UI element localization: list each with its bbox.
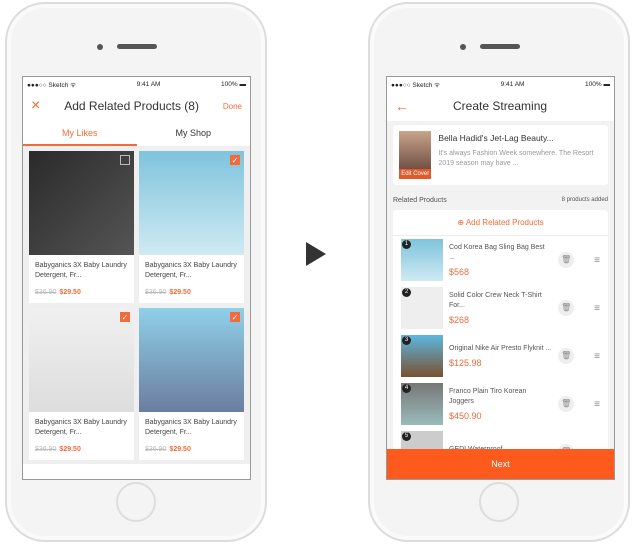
tab-my-shop[interactable]: My Shop: [137, 121, 251, 146]
price: $29.50: [169, 446, 191, 453]
time: 9:41 AM: [500, 80, 525, 88]
order-badge: 5: [402, 432, 411, 441]
products-count: 8 products added: [561, 197, 608, 203]
related-product-item: 2 Solid Color Crew Neck T-Shirt For... $2…: [393, 284, 608, 332]
status-bar: ●●●○○ Sketch ᯤ 9:41 AM 100% ▬: [387, 77, 614, 91]
product-card[interactable]: ✓ Babyganics 3X Baby Laundry Detergent, …: [139, 308, 244, 460]
order-badge: 1: [402, 240, 411, 249]
home-button[interactable]: [116, 482, 156, 522]
price: $29.50: [59, 289, 81, 296]
product-card[interactable]: Babyganics 3X Baby Laundry Detergent, Fr…: [29, 151, 134, 303]
left-phone: ●●●○○ Sketch ᯤ 9:41 AM 100% ▬ × Add Relate…: [5, 2, 267, 542]
cover-image: Edit Cover: [399, 131, 432, 179]
product-image: ✓: [139, 151, 244, 255]
plus-circle-icon: ⊕: [457, 218, 466, 227]
drag-handle-icon[interactable]: ≡: [594, 399, 600, 410]
order-badge: 4: [402, 384, 411, 393]
product-thumbnail: 1: [401, 239, 443, 281]
trash-icon[interactable]: 🗑: [558, 396, 575, 412]
page-title: Create Streaming: [453, 99, 548, 113]
product-thumbnail: 3: [401, 335, 443, 377]
price: $29.50: [59, 446, 81, 453]
trash-icon[interactable]: 🗑: [558, 348, 575, 364]
product-card[interactable]: ✓ Babyganics 3X Baby Laundry Detergent, …: [29, 308, 134, 460]
product-name: Franco Plain Tiro Korean Joggers: [449, 388, 527, 405]
add-label: Add Related Products: [465, 218, 544, 227]
stream-description: It's always Fashion Week somewhere. The …: [438, 150, 594, 167]
trash-icon[interactable]: 🗑: [558, 300, 575, 316]
old-price: $36.90: [145, 446, 167, 453]
product-image: [29, 151, 134, 255]
play-arrow-icon: [306, 242, 326, 266]
product-thumbnail: 4: [401, 383, 443, 425]
close-icon[interactable]: ×: [31, 97, 40, 115]
right-phone: ●●●○○ Sketch ᯤ 9:41 AM 100% ▬ ← Create Str…: [368, 2, 630, 542]
related-products-label: Related Products: [393, 197, 447, 204]
time: 9:41 AM: [136, 80, 161, 88]
price: $29.50: [169, 289, 191, 296]
drag-handle-icon[interactable]: ≡: [594, 303, 600, 314]
add-products-screen: ●●●○○ Sketch ᯤ 9:41 AM 100% ▬ × Add Relate…: [22, 76, 251, 480]
product-image: ✓: [29, 308, 134, 412]
related-product-item: 4 Franco Plain Tiro Korean Joggers $450.9…: [393, 380, 608, 428]
order-badge: 3: [402, 336, 411, 345]
product-price: $268: [449, 315, 470, 325]
related-product-item: 1 Cod Korea Bag Sling Bag Best ... $568 🗑…: [393, 236, 608, 284]
select-checkbox[interactable]: ✓: [230, 155, 240, 165]
product-title: Babyganics 3X Baby Laundry Detergent, Fr…: [35, 419, 127, 436]
done-button[interactable]: Done: [223, 102, 242, 111]
related-product-item: 3 Original Nike Air Presto Flyknit ... $1…: [393, 332, 608, 380]
carrier: ●●●○○ Sketch ᯤ: [27, 81, 77, 89]
drag-handle-icon[interactable]: ≡: [594, 351, 600, 362]
product-price: $125.98: [449, 358, 482, 368]
product-name: Solid Color Crew Neck T-Shirt For...: [449, 292, 542, 309]
carrier: ●●●○○ Sketch ᯤ: [391, 81, 441, 89]
select-checkbox[interactable]: ✓: [120, 312, 130, 322]
trash-icon[interactable]: 🗑: [558, 252, 575, 268]
select-checkbox[interactable]: ✓: [230, 312, 240, 322]
product-name: Original Nike Air Presto Flyknit ...: [449, 345, 552, 352]
tab-my-likes[interactable]: My Likes: [23, 121, 137, 146]
order-badge: 2: [402, 288, 411, 297]
product-price: $450.90: [449, 411, 482, 421]
product-name: Cod Korea Bag Sling Bag Best ...: [449, 244, 545, 261]
product-image: ✓: [139, 308, 244, 412]
home-button[interactable]: [479, 482, 519, 522]
old-price: $36.90: [35, 446, 57, 453]
stream-title: Bella Hadid's Jet-Lag Beauty...: [438, 133, 554, 143]
next-button[interactable]: Next: [387, 449, 614, 479]
product-thumbnail: 2: [401, 287, 443, 329]
create-streaming-screen: ●●●○○ Sketch ᯤ 9:41 AM 100% ▬ ← Create Str…: [386, 76, 615, 480]
select-checkbox[interactable]: [120, 155, 130, 165]
product-title: Babyganics 3X Baby Laundry Detergent, Fr…: [145, 419, 237, 436]
old-price: $36.90: [145, 289, 167, 296]
stream-card[interactable]: Edit Cover Bella Hadid's Jet-Lag Beauty.…: [393, 125, 608, 185]
battery: 100% ▬: [221, 80, 246, 88]
status-bar: ●●●○○ Sketch ᯤ 9:41 AM 100% ▬: [23, 77, 250, 91]
drag-handle-icon[interactable]: ≡: [594, 255, 600, 266]
page-title: Add Related Products (8): [64, 99, 199, 113]
product-price: $568: [449, 267, 470, 277]
back-arrow-icon[interactable]: ←: [395, 98, 409, 114]
product-title: Babyganics 3X Baby Laundry Detergent, Fr…: [145, 262, 237, 279]
edit-cover-button[interactable]: Edit Cover: [399, 169, 432, 179]
battery: 100% ▬: [585, 80, 610, 88]
old-price: $36.90: [35, 289, 57, 296]
product-title: Babyganics 3X Baby Laundry Detergent, Fr…: [35, 262, 127, 279]
product-card[interactable]: ✓ Babyganics 3X Baby Laundry Detergent, …: [139, 151, 244, 303]
add-related-products-button[interactable]: ⊕ Add Related Products: [393, 210, 608, 236]
